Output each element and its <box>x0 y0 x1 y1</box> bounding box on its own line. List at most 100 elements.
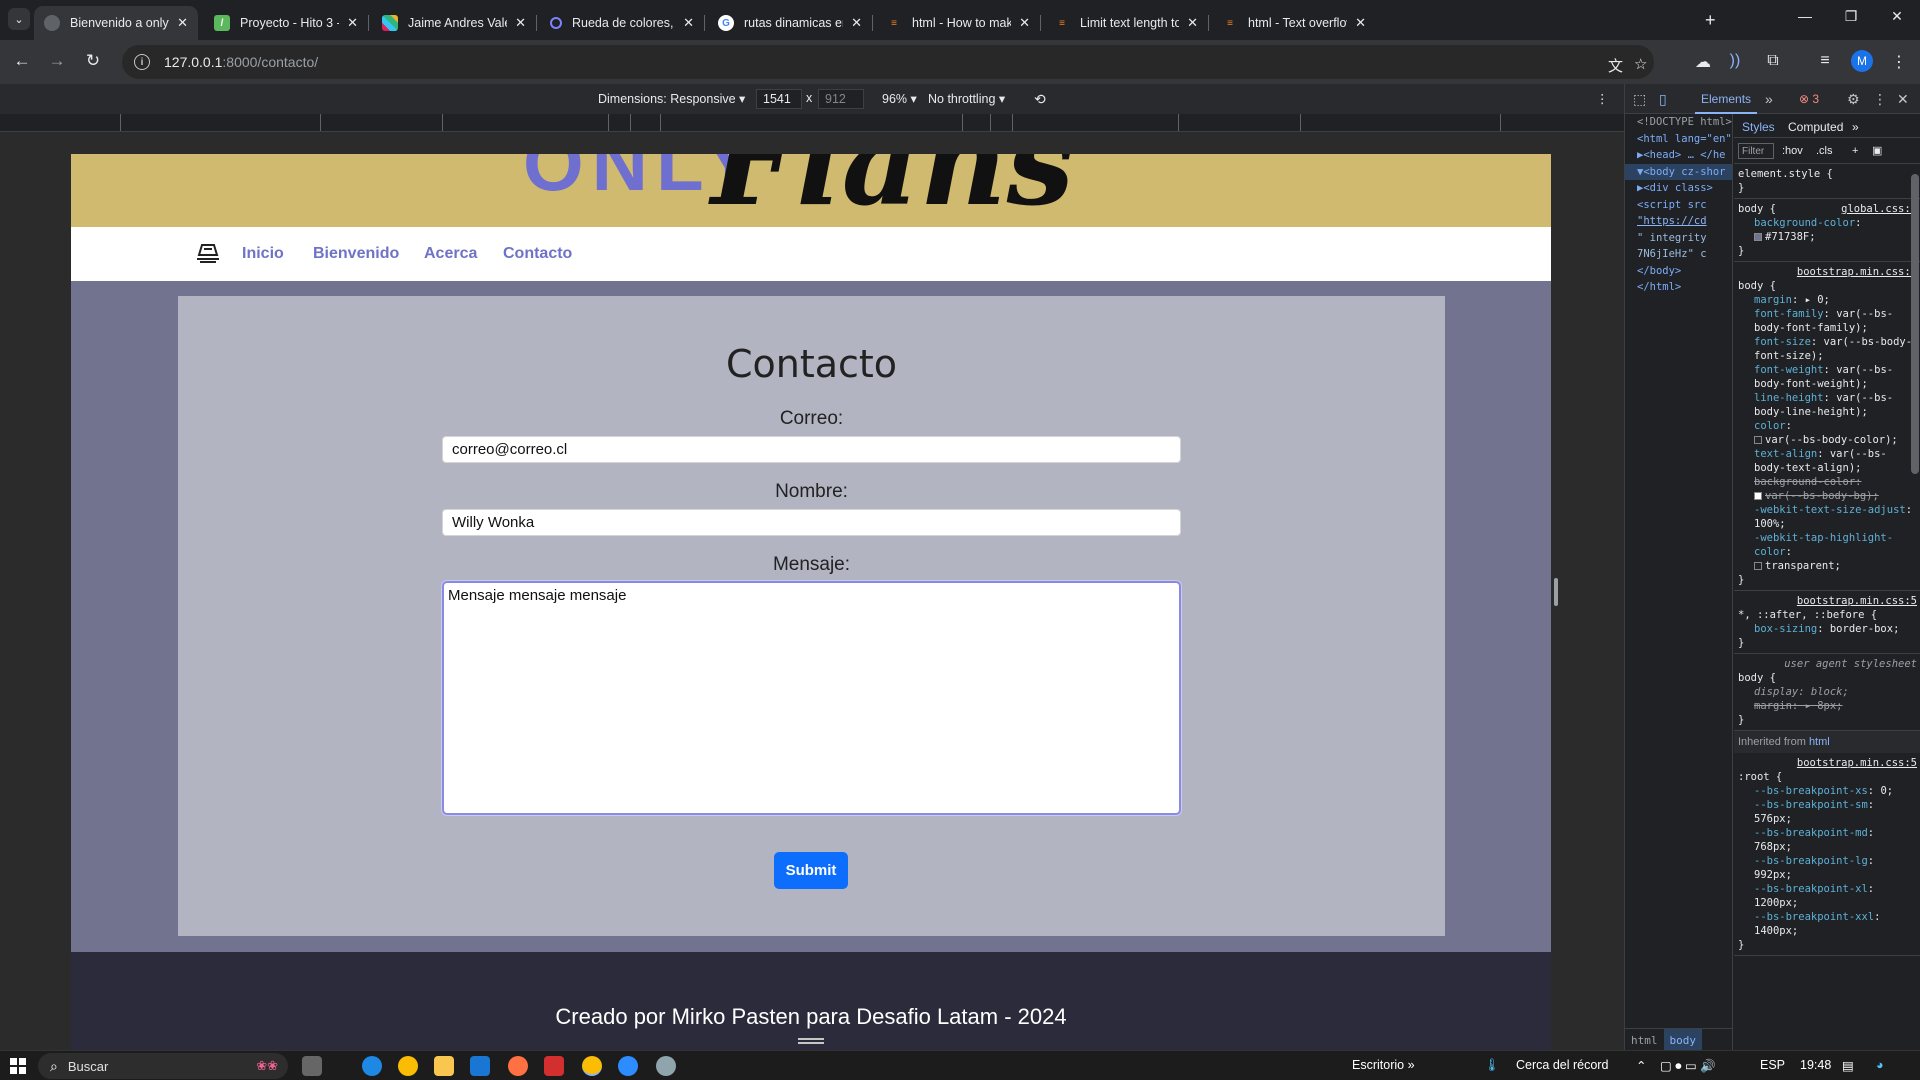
window-close-icon[interactable]: ✕ <box>1874 8 1920 25</box>
close-icon[interactable]: ✕ <box>177 15 188 31</box>
new-tab-plus-icon[interactable]: + <box>1705 10 1716 31</box>
language-indicator[interactable]: ESP <box>1760 1058 1785 1072</box>
email-field[interactable]: correo@correo.cl <box>442 436 1181 463</box>
dom-line[interactable]: ▶<div class> <box>1625 180 1732 197</box>
browser-tab-2[interactable]: / Proyecto - Hito 3 - Añadie ✕ <box>204 6 369 40</box>
app-orange-icon[interactable] <box>508 1056 528 1076</box>
app-gray-icon[interactable] <box>656 1056 676 1076</box>
device-more-icon[interactable]: ⋮ <box>1596 91 1609 106</box>
chrome-active-icon[interactable] <box>582 1056 602 1076</box>
settings-gear-icon[interactable]: ⚙ <box>1847 91 1860 108</box>
extensions-puzzle-icon[interactable]: ⧉ <box>1762 52 1784 70</box>
chrome-icon[interactable] <box>398 1056 418 1076</box>
tab-search-chevron-icon[interactable]: ⌄ <box>8 8 30 30</box>
media-queue-icon[interactable]: ≡ <box>1814 52 1836 70</box>
tray-apps-icons[interactable]: ▢ ⏺ ▭ 🔊 <box>1660 1058 1716 1074</box>
new-rule-plus-icon[interactable]: + <box>1852 144 1858 158</box>
browser-tab-7[interactable]: ≡ Limit text length to n line ✕ <box>1044 6 1209 40</box>
zoom-dropdown[interactable]: 96% ▾ <box>882 91 917 106</box>
clock[interactable]: 19:48 <box>1800 1058 1831 1072</box>
breadcrumb-body[interactable]: body <box>1663 1029 1702 1050</box>
extension-audio-icon[interactable]: )) <box>1724 52 1746 70</box>
height-input[interactable]: 912 <box>818 89 864 109</box>
vscode-icon[interactable] <box>470 1056 490 1076</box>
site-info-icon[interactable]: i <box>134 54 150 70</box>
submit-button[interactable]: Submit <box>774 852 848 889</box>
restore-icon[interactable]: ❐ <box>1828 8 1874 25</box>
browser-tab-8[interactable]: ≡ html - Text overflow ellip ✕ <box>1212 6 1376 40</box>
tray-chevron-icon[interactable]: ⌃ <box>1636 1058 1646 1073</box>
hov-toggle[interactable]: :hov <box>1782 144 1803 158</box>
devtools-close-icon[interactable]: ✕ <box>1897 91 1909 108</box>
flan-logo-icon[interactable] <box>195 241 221 265</box>
dom-line[interactable]: <script src <box>1625 197 1732 214</box>
browser-tab-6[interactable]: ≡ html - How to make Boot ✕ <box>876 6 1041 40</box>
nav-link-inicio[interactable]: Inicio <box>242 245 284 263</box>
desktop-label[interactable]: Escritorio » <box>1352 1058 1415 1072</box>
profile-avatar[interactable]: M <box>1851 50 1873 72</box>
acrobat-icon[interactable] <box>544 1056 564 1076</box>
extension-vpn-icon[interactable]: ☁ <box>1692 52 1714 72</box>
viewport-bottom-resize-handle[interactable] <box>798 1038 824 1044</box>
reload-icon[interactable]: ↻ <box>81 51 105 71</box>
notification-icon[interactable]: ▤ <box>1842 1058 1854 1073</box>
translate-icon[interactable]: 文 <box>1608 55 1623 76</box>
address-bar[interactable]: i 127.0.0.1:8000/contacto/ 文 ☆ <box>122 45 1654 79</box>
browser-menu-icon[interactable]: ⋮ <box>1888 52 1910 72</box>
dom-line[interactable]: ▶<head> … </he <box>1625 147 1732 164</box>
minimize-icon[interactable]: — <box>1782 8 1828 24</box>
style-rule-element[interactable]: element.style {} <box>1734 164 1920 199</box>
viewport-resize-handle[interactable] <box>1554 578 1558 606</box>
message-textarea[interactable]: Mensaje mensaje mensaje <box>442 581 1181 815</box>
tab-styles[interactable]: Styles <box>1742 120 1775 134</box>
tab-computed[interactable]: Computed <box>1788 120 1843 134</box>
devtools-menu-icon[interactable]: ⋮ <box>1873 91 1887 108</box>
close-icon[interactable]: ✕ <box>1187 15 1198 31</box>
close-icon[interactable]: ✕ <box>851 15 862 31</box>
dom-line[interactable]: "https://cd <box>1625 213 1732 230</box>
bookmark-star-icon[interactable]: ☆ <box>1634 55 1647 73</box>
width-input[interactable]: 1541 <box>756 89 802 109</box>
style-rule-global[interactable]: global.css:1 body {background-color: #7173… <box>1734 199 1920 262</box>
close-icon[interactable]: ✕ <box>1355 15 1366 31</box>
rotate-icon[interactable]: ⟲ <box>1034 91 1046 108</box>
close-icon[interactable]: ✕ <box>347 15 358 31</box>
breadcrumb-html[interactable]: html <box>1625 1029 1664 1050</box>
task-view-icon[interactable] <box>302 1056 322 1076</box>
device-toggle-icon[interactable]: ▯ <box>1659 91 1667 108</box>
copilot-icon[interactable]: ◕ <box>1876 1058 1884 1072</box>
dom-line-selected[interactable]: ▼<body cz-shor <box>1625 163 1732 180</box>
error-count-badge[interactable]: ⊗ 3 <box>1799 92 1819 106</box>
dom-line[interactable]: <!DOCTYPE html> <box>1625 114 1732 131</box>
more-tabs-icon[interactable]: » <box>1765 91 1773 107</box>
style-rule-bootstrap-body[interactable]: bootstrap.min.css:5 body { margin: ▸ 0; f… <box>1734 262 1920 591</box>
more-panes-icon[interactable]: » <box>1852 120 1859 134</box>
close-icon[interactable]: ✕ <box>515 15 526 31</box>
browser-tab-4[interactable]: Rueda de colores, un gen ✕ <box>540 6 705 40</box>
dom-line[interactable]: </body> <box>1625 263 1732 280</box>
nav-link-acerca[interactable]: Acerca <box>424 245 477 263</box>
style-rule-user-agent[interactable]: user agent stylesheet body {display: bloc… <box>1734 654 1920 731</box>
dimensions-dropdown[interactable]: Dimensions: Responsive ▾ <box>598 91 745 106</box>
close-icon[interactable]: ✕ <box>1019 15 1030 31</box>
browser-tab-5[interactable]: G rutas dinamicas en djang ✕ <box>708 6 873 40</box>
close-icon[interactable]: ✕ <box>683 15 694 31</box>
edge-icon[interactable] <box>362 1056 382 1076</box>
computed-sidebar-icon[interactable]: ▣ <box>1872 144 1882 158</box>
nav-link-bienvenido[interactable]: Bienvenido <box>313 245 399 263</box>
tab-elements[interactable]: Elements <box>1694 92 1758 114</box>
style-rule-box-sizing[interactable]: bootstrap.min.css:5 *, ::after, ::before … <box>1734 591 1920 654</box>
forward-arrow-icon[interactable]: → <box>45 51 69 71</box>
name-field[interactable]: Willy Wonka <box>442 509 1181 536</box>
taskbar-search[interactable]: ⌕ Buscar ❀❀ <box>38 1053 288 1079</box>
back-arrow-icon[interactable]: ← <box>10 51 34 71</box>
style-rule-root[interactable]: bootstrap.min.css:5:root { --bs-breakpoi… <box>1734 753 1920 956</box>
weather-text[interactable]: Cerca del récord <box>1516 1058 1608 1072</box>
inspect-element-icon[interactable]: ⬚ <box>1633 91 1646 108</box>
file-explorer-icon[interactable] <box>434 1056 454 1076</box>
zoom-icon[interactable] <box>618 1056 638 1076</box>
cls-toggle[interactable]: .cls <box>1816 144 1833 158</box>
throttling-dropdown[interactable]: No throttling ▾ <box>928 91 1005 106</box>
styles-scrollbar[interactable] <box>1911 174 1919 474</box>
dom-line[interactable]: 7N6jIeHz" c <box>1625 246 1732 263</box>
